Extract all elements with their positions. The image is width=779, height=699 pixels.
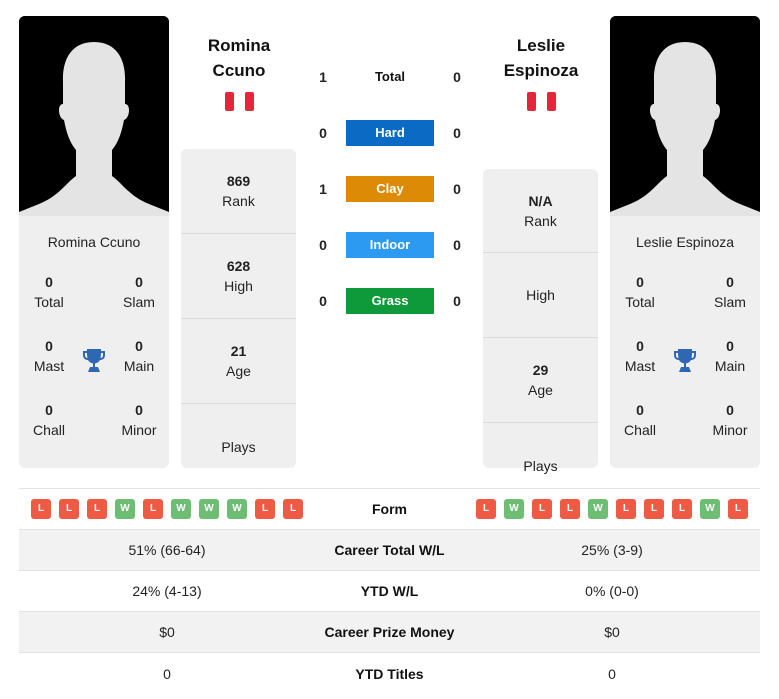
form-win-badge[interactable]: W bbox=[171, 499, 191, 519]
titles-chall: 0 Chall bbox=[33, 402, 65, 438]
titles-total: 0 Total bbox=[34, 274, 64, 310]
right-player-titles-card: Leslie Espinoza 0 Total 0 Slam 0 Mast 0 Main… bbox=[610, 216, 760, 468]
table-row: 51% (66-64) Career Total W/L 25% (3-9) bbox=[19, 530, 760, 571]
form-loss-badge[interactable]: L bbox=[87, 499, 107, 519]
titles-main: 0 Main bbox=[714, 338, 746, 374]
h2h-row-hard: 0 Hard 0 bbox=[305, 120, 475, 146]
titles-total: 0 Total bbox=[625, 274, 655, 310]
info-rank: 869 Rank bbox=[181, 149, 296, 234]
left-player-header: Romina Ccuno bbox=[174, 33, 304, 111]
h2h-row-total: 1 Total 0 bbox=[305, 64, 475, 90]
info-age: 21 Age bbox=[181, 319, 296, 404]
form-win-badge[interactable]: W bbox=[588, 499, 608, 519]
right-player-header: Leslie Espinoza bbox=[476, 33, 606, 111]
h2h-row-clay: 1 Clay 0 bbox=[305, 176, 475, 202]
form-loss-badge[interactable]: L bbox=[476, 499, 496, 519]
right-player-info: N/A Rank High 29 Age Plays bbox=[483, 169, 598, 474]
left-player-name-line2[interactable]: Ccuno bbox=[174, 58, 304, 83]
info-high: 628 High bbox=[181, 234, 296, 319]
titles-chall: 0 Chall bbox=[624, 402, 656, 438]
form-loss-badge[interactable]: L bbox=[143, 499, 163, 519]
h2h-row-indoor: 0 Indoor 0 bbox=[305, 232, 475, 258]
titles-main: 0 Main bbox=[123, 338, 155, 374]
form-loss-badge[interactable]: L bbox=[283, 499, 303, 519]
table-row: 0 YTD Titles 0 bbox=[163, 665, 616, 682]
surface-clay-badge[interactable]: Clay bbox=[346, 176, 434, 202]
peru-flag-icon bbox=[174, 92, 304, 111]
left-player-info: 869 Rank 628 High 21 Age Plays bbox=[181, 149, 296, 468]
form-loss-badge[interactable]: L bbox=[616, 499, 636, 519]
table-row: $0 Career Prize Money $0 bbox=[19, 612, 760, 653]
form-loss-badge[interactable]: L bbox=[532, 499, 552, 519]
surface-total-label: Total bbox=[374, 69, 406, 84]
form-win-badge[interactable]: W bbox=[227, 499, 247, 519]
surface-indoor-badge[interactable]: Indoor bbox=[346, 232, 434, 258]
right-form: LWLLWLLLWL bbox=[464, 499, 760, 519]
titles-minor: 0 Minor bbox=[121, 402, 157, 438]
form-loss-badge[interactable]: L bbox=[59, 499, 79, 519]
surface-hard-badge[interactable]: Hard bbox=[346, 120, 434, 146]
left-player-photo bbox=[19, 16, 169, 216]
player-silhouette-icon bbox=[610, 16, 760, 216]
info-plays: Plays bbox=[221, 438, 256, 455]
right-player-name-line2[interactable]: Espinoza bbox=[476, 58, 606, 83]
titles-slam: 0 Slam bbox=[714, 274, 746, 310]
form-loss-badge[interactable]: L bbox=[644, 499, 664, 519]
right-player-photo bbox=[610, 16, 760, 216]
player-silhouette-icon bbox=[19, 16, 169, 216]
peru-flag-icon bbox=[476, 92, 606, 111]
form-win-badge[interactable]: W bbox=[700, 499, 720, 519]
info-rank: N/A Rank bbox=[483, 169, 598, 253]
form-win-badge[interactable]: W bbox=[504, 499, 524, 519]
titles-minor: 0 Minor bbox=[712, 402, 748, 438]
form-loss-badge[interactable]: L bbox=[255, 499, 275, 519]
form-win-badge[interactable]: W bbox=[199, 499, 219, 519]
form-win-badge[interactable]: W bbox=[115, 499, 135, 519]
trophy-icon bbox=[83, 349, 105, 372]
titles-mast: 0 Mast bbox=[33, 338, 65, 374]
right-player-full-name: Leslie Espinoza bbox=[635, 234, 735, 250]
info-high: High bbox=[483, 253, 598, 338]
form-loss-badge[interactable]: L bbox=[672, 499, 692, 519]
comparison-table: LLLWLWWWLL Form LWLLWLLLWL 51% (66-64) C… bbox=[19, 488, 760, 694]
left-player-full-name: Romina Ccuno bbox=[47, 234, 141, 250]
table-row: 24% (4-13) YTD W/L 0% (0-0) bbox=[19, 571, 760, 612]
info-age: 29 Age bbox=[483, 338, 598, 423]
h2h-row-grass: 0 Grass 0 bbox=[305, 288, 475, 314]
titles-mast: 0 Mast bbox=[624, 338, 656, 374]
form-loss-badge[interactable]: L bbox=[31, 499, 51, 519]
form-row: LLLWLWWWLL Form LWLLWLLLWL bbox=[19, 489, 760, 530]
left-player-titles-card: Romina Ccuno 0 Total 0 Slam 0 Mast 0 Main 0C… bbox=[19, 216, 169, 468]
left-player-name-line1[interactable]: Romina bbox=[174, 33, 304, 58]
form-loss-badge[interactable]: L bbox=[728, 499, 748, 519]
surface-grass-badge[interactable]: Grass bbox=[346, 288, 434, 314]
left-form: LLLWLWWWLL bbox=[19, 499, 315, 519]
form-label: Form bbox=[372, 501, 407, 517]
form-loss-badge[interactable]: L bbox=[560, 499, 580, 519]
titles-slam: 0 Slam bbox=[123, 274, 155, 310]
right-player-name-line1[interactable]: Leslie bbox=[476, 33, 606, 58]
trophy-icon bbox=[674, 349, 696, 372]
